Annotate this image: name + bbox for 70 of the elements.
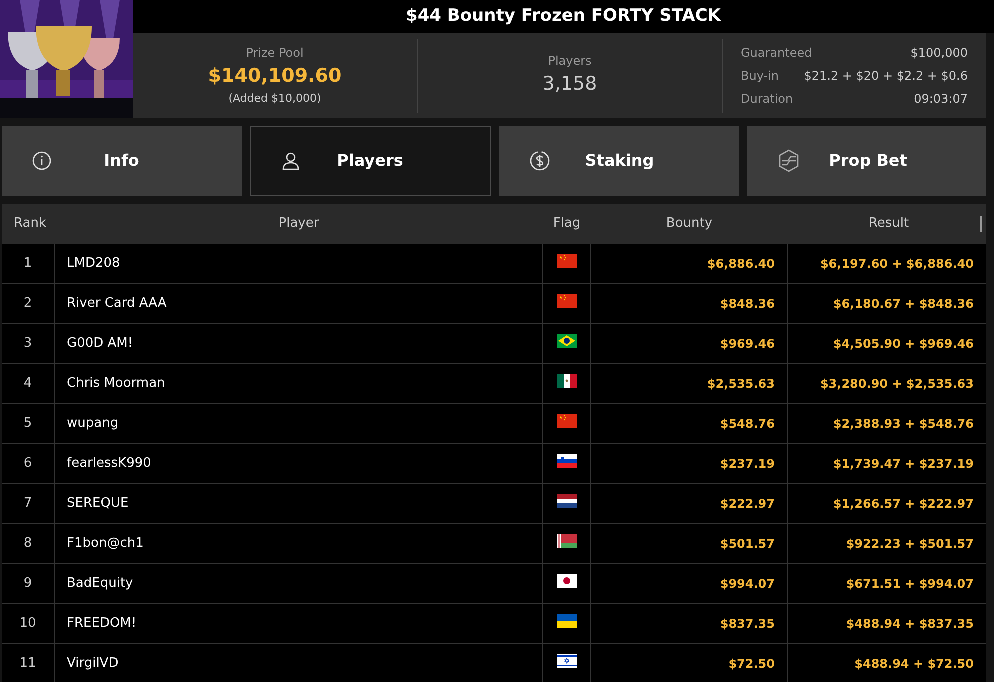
result-cell-text: $1,266.57 + $222.97 — [832, 496, 975, 512]
player-cell: BadEquity — [55, 564, 543, 603]
player-cell: SEREQUE — [55, 484, 543, 523]
result-cell-text: $6,180.67 + $848.36 — [832, 296, 975, 312]
user-icon — [280, 151, 300, 171]
bounty-cell: $837.35 — [591, 604, 788, 643]
tab[interactable]: Players — [250, 126, 491, 196]
rank-cell: 1 — [2, 244, 55, 283]
bounty-cell: $994.07 — [591, 564, 788, 603]
detail-label: Guaranteed — [741, 44, 812, 62]
column-header: Rank — [13, 215, 48, 234]
player-cell: F1bon@ch1 — [55, 524, 543, 563]
rank-cell: 9 — [2, 564, 55, 603]
prize-pool-value: $140,109.60 — [208, 64, 342, 89]
result-cell-text: $488.94 + $72.50 — [854, 656, 975, 672]
lightning-hexagon-icon — [776, 149, 800, 173]
info-icon — [32, 151, 52, 171]
rank-cell: 10 — [2, 604, 55, 643]
detail-value: $21.2 + $20 + $2.2 + $0.6 — [804, 68, 968, 84]
detail-value: 09:03:07 — [914, 90, 968, 108]
player-cell: FREEDOM! — [55, 604, 543, 643]
bounty-cell: $6,886.40 — [591, 244, 788, 283]
tab[interactable]: Staking — [499, 126, 738, 196]
player-cell: Chris Moorman — [55, 364, 543, 403]
bounty-cell: $501.57 — [591, 524, 788, 563]
player-cell: wupang — [55, 404, 543, 443]
prize-pool-label: Prize Pool — [246, 45, 304, 62]
bounty-cell: $72.50 — [591, 644, 788, 682]
rank-cell: 2 — [2, 284, 55, 323]
result-cell-text: $4,505.90 + $969.46 — [832, 336, 975, 352]
column-header: Result — [868, 215, 910, 234]
result-cell-text: $2,388.93 + $548.76 — [832, 416, 975, 432]
player-cell: fearlessK990 — [55, 444, 543, 483]
rank-cell: 6 — [2, 444, 55, 483]
added-amount: (Added $10,000) — [228, 90, 322, 106]
bounty-cell: $237.19 — [591, 444, 788, 483]
result-cell-text: $671.51 + $994.07 — [845, 576, 975, 592]
bounty-cell: $2,535.63 — [591, 364, 788, 403]
detail-value: $100,000 — [910, 44, 968, 62]
result-cell-text: $1,739.47 + $237.19 — [832, 456, 975, 472]
tab[interactable]: Prop Bet — [746, 126, 986, 196]
rank-cell: 3 — [2, 324, 55, 363]
rank-cell: 4 — [2, 364, 55, 403]
player-cell: River Card AAA — [55, 284, 543, 323]
rank-cell: 8 — [2, 524, 55, 563]
result-cell-text: $922.23 + $501.57 — [845, 536, 975, 552]
bounty-cell: $548.76 — [591, 404, 788, 443]
players-label: Players — [548, 53, 592, 70]
tournament-title: $44 Bounty Frozen FORTY STACK — [406, 4, 721, 28]
tab[interactable]: Info — [2, 126, 242, 196]
column-resize-handle[interactable] — [980, 216, 982, 232]
bounty-cell: $222.97 — [591, 484, 788, 523]
dollar-coin-icon — [529, 150, 551, 172]
player-cell: VirgilVD — [55, 644, 543, 682]
result-cell-text: $6,197.60 + $6,886.40 — [819, 256, 975, 272]
column-header: Player — [278, 215, 320, 234]
detail-label: Buy-in — [741, 68, 779, 84]
bounty-cell: $969.46 — [591, 324, 788, 363]
bounty-cell: $848.36 — [591, 284, 788, 323]
players-count: 3,158 — [542, 72, 598, 98]
player-cell: G00D AM! — [55, 324, 543, 363]
rank-cell: 5 — [2, 404, 55, 443]
column-header: Flag — [552, 215, 582, 234]
detail-label: Duration — [741, 90, 794, 108]
result-cell-text: $3,280.90 + $2,535.63 — [819, 376, 975, 392]
result-cell-text: $488.94 + $837.35 — [845, 616, 975, 632]
column-header: Bounty — [665, 215, 714, 234]
player-cell: LMD208 — [55, 244, 543, 283]
rank-cell: 7 — [2, 484, 55, 523]
rank-cell: 11 — [2, 644, 55, 682]
